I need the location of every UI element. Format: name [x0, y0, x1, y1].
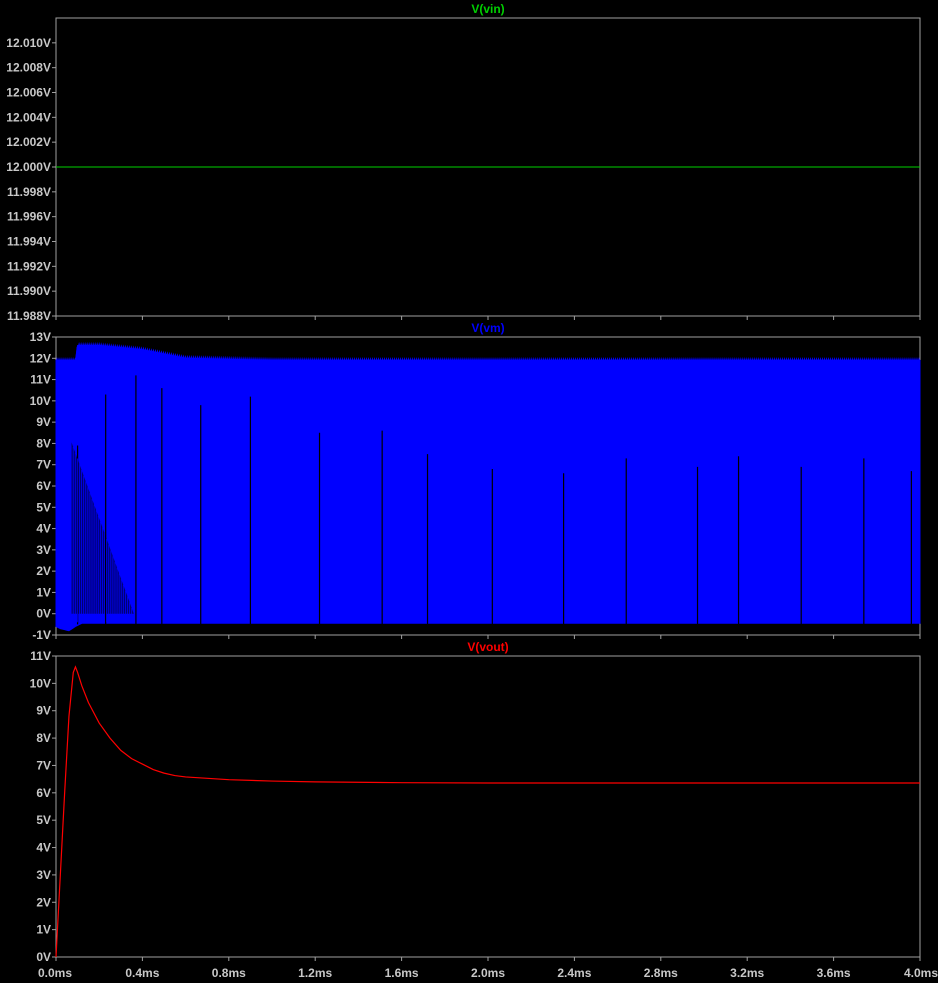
y-tick-label: 8V	[36, 731, 51, 745]
y-tick-label: 11V	[30, 373, 51, 387]
y-tick-label: 13V	[30, 330, 51, 344]
x-tick-label: 4.0ms	[904, 966, 938, 980]
y-tick-label: 2V	[36, 895, 51, 909]
y-tick-label: 0V	[36, 607, 51, 621]
y-tick-label: 11.990V	[7, 284, 51, 298]
y-tick-label: 1V	[36, 923, 51, 937]
y-tick-label: 4V	[36, 841, 51, 855]
y-tick-label: 11.994V	[7, 235, 51, 249]
x-tick-label: 0.8ms	[212, 966, 246, 980]
y-tick-label: 9V	[36, 415, 51, 429]
x-tick-label: 2.4ms	[557, 966, 591, 980]
y-tick-label: 7V	[36, 758, 51, 772]
y-tick-label: 3V	[36, 543, 51, 557]
pane-vm[interactable]: V(vm) 13V 12V 11V 10V 9V 8V 7V 6V 5V 4V 3V 2V 1V 0V -1…	[30, 321, 921, 642]
trace-vm	[55, 342, 921, 632]
y-tick-label: 10V	[30, 676, 51, 690]
trace-label-vm[interactable]: V(vm)	[471, 321, 504, 335]
y-tick-label: 12V	[30, 351, 51, 365]
y-tick-label: 12.006V	[6, 86, 51, 100]
y-tick-label: 1V	[36, 585, 51, 599]
y-tick-label: 0V	[36, 950, 51, 964]
x-tick-label: 1.6ms	[385, 966, 419, 980]
y-tick-label: 6V	[36, 786, 51, 800]
y-tick-label: 11.988V	[7, 309, 51, 323]
y-tick-label: 10V	[30, 394, 51, 408]
y-tick-label: 4V	[36, 522, 51, 536]
y-tick-label: 5V	[36, 500, 51, 514]
y-tick-label: 11.992V	[7, 259, 51, 273]
y-tick-label: 12.004V	[6, 110, 51, 124]
y-tick-label: 3V	[36, 868, 51, 882]
x-tick-label: 2.8ms	[644, 966, 678, 980]
trace-label-vout[interactable]: V(vout)	[467, 640, 508, 654]
x-tick-label: 2.0ms	[471, 966, 505, 980]
series-fill-vm	[55, 345, 921, 632]
x-tick-label: 3.2ms	[730, 966, 764, 980]
y-tick-label: 11.998V	[7, 185, 51, 199]
y-tick-label: 12.000V	[6, 160, 51, 174]
y-tick-label: 7V	[36, 458, 51, 472]
x-tick-label: 0.4ms	[125, 966, 159, 980]
y-tick-label: 11.996V	[7, 210, 51, 224]
x-tick-label: 1.2ms	[298, 966, 332, 980]
y-tick-label: 6V	[36, 479, 51, 493]
y-tick-label: 9V	[36, 704, 51, 718]
y-tick-label: 12.010V	[6, 36, 51, 50]
y-tick-label: 11V	[30, 649, 51, 663]
waveform-viewer: V(vin) 12.010V 12.008V 12.006V 12.004V 12.00…	[0, 0, 938, 983]
trace-label-vin[interactable]: V(vin)	[471, 2, 504, 16]
y-tick-label: 5V	[36, 813, 51, 827]
y-tick-label: 12.008V	[6, 61, 51, 75]
y-tick-label: 12.002V	[6, 135, 51, 149]
x-tick-label: 0.0ms	[38, 966, 72, 980]
y-tick-label: 2V	[36, 564, 51, 578]
y-tick-label: -1V	[32, 628, 51, 642]
y-tick-label: 8V	[36, 436, 51, 450]
x-tick-label: 3.6ms	[817, 966, 851, 980]
